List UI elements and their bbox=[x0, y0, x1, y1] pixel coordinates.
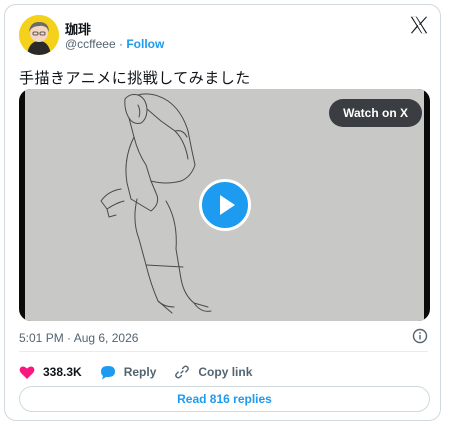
avatar[interactable] bbox=[19, 15, 59, 55]
copy-link-button[interactable]: Copy link bbox=[174, 364, 252, 380]
link-icon bbox=[175, 365, 190, 379]
reply-label: Reply bbox=[123, 365, 157, 379]
tweet-card: 珈琲 @ccffeee · Follow 手描きアニメに挑戦してみました Wat… bbox=[4, 4, 441, 421]
read-replies-button[interactable]: Read 816 replies bbox=[19, 386, 430, 412]
like-count: 338.3K bbox=[43, 365, 82, 379]
x-logo-icon[interactable] bbox=[408, 14, 430, 36]
heart-icon bbox=[19, 365, 35, 379]
reply-button[interactable]: Reply bbox=[100, 365, 157, 380]
tweet-timestamp[interactable]: 5:01 PM · Aug 6, 2026 bbox=[19, 331, 138, 345]
author-handle-row: @ccffeee · Follow bbox=[65, 37, 164, 51]
like-button[interactable]: 338.3K bbox=[19, 365, 82, 380]
action-bar: 338.3K Reply Copy link bbox=[19, 361, 270, 383]
reply-icon bbox=[100, 365, 115, 379]
separator-dot: · bbox=[119, 37, 123, 51]
copy-link-label: Copy link bbox=[198, 365, 253, 379]
follow-button[interactable]: Follow bbox=[126, 37, 164, 51]
divider bbox=[19, 351, 428, 352]
author-handle[interactable]: @ccffeee bbox=[65, 37, 116, 51]
author-name[interactable]: 珈琲 bbox=[65, 19, 91, 38]
info-icon[interactable] bbox=[412, 328, 428, 344]
tweet-text: 手描きアニメに挑戦してみました bbox=[19, 70, 251, 87]
play-icon[interactable] bbox=[199, 179, 251, 231]
video-player[interactable]: Watch on X bbox=[19, 89, 430, 321]
watch-on-x-button[interactable]: Watch on X bbox=[329, 99, 422, 127]
